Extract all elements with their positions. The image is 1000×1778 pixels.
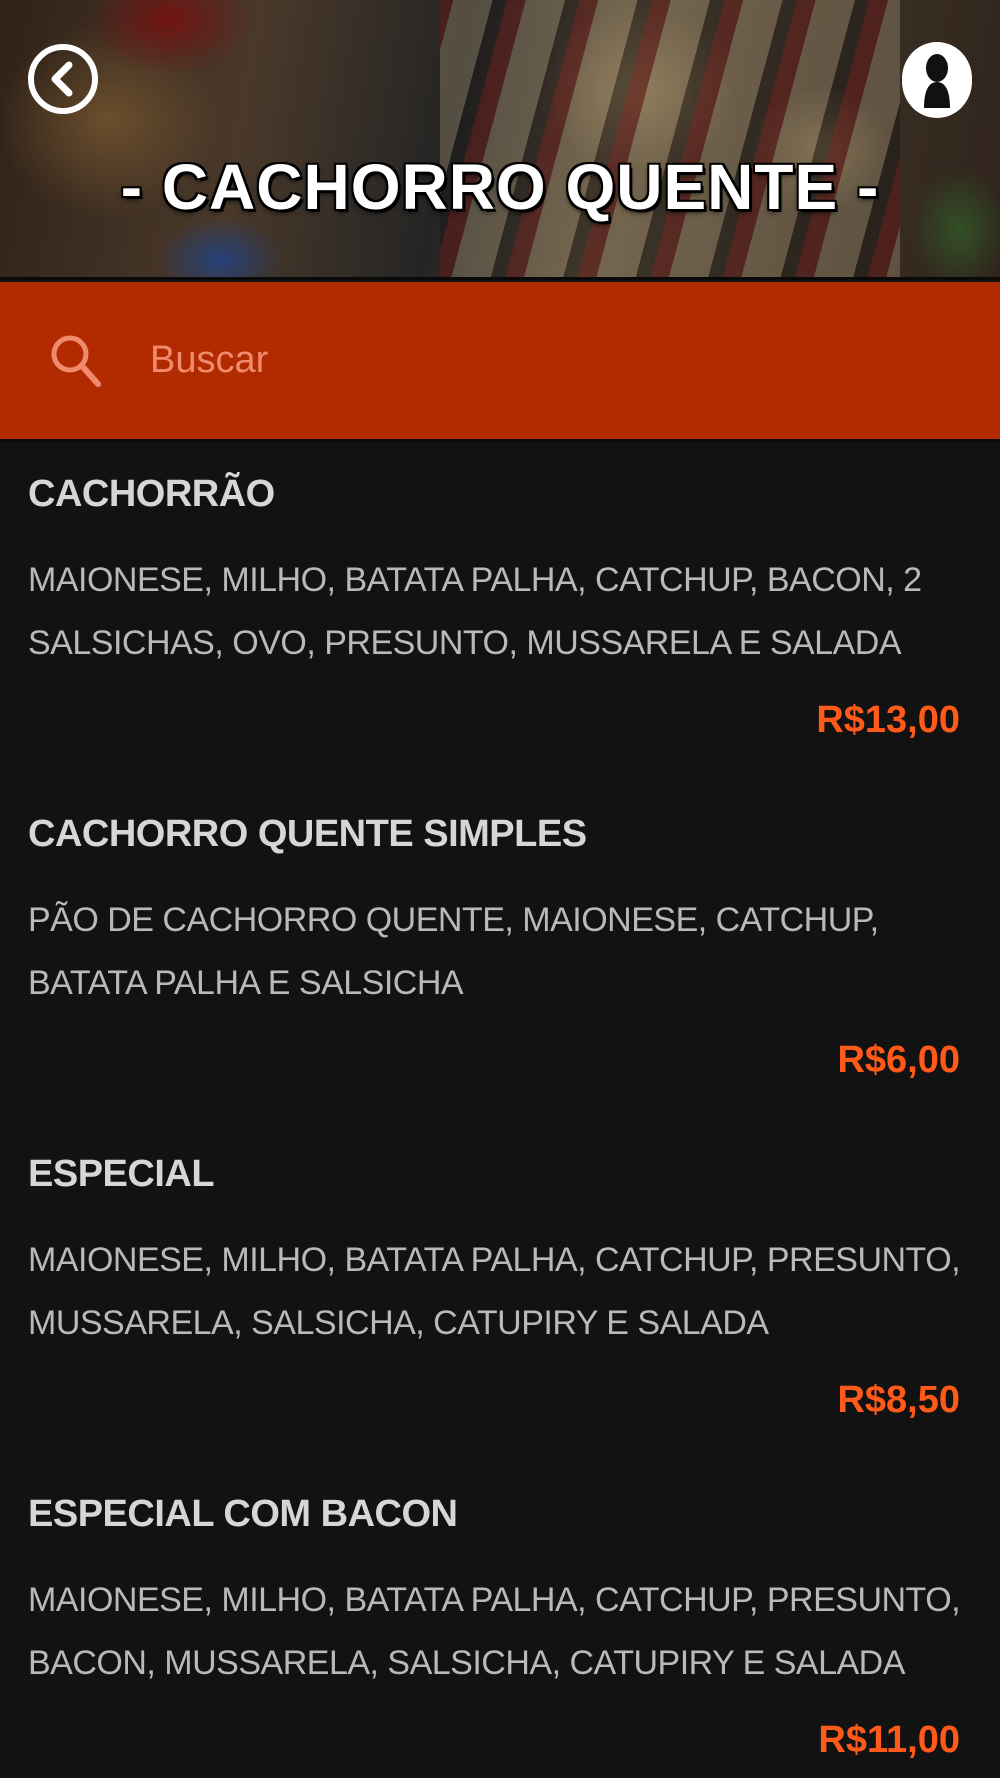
page-title: - CACHORRO QUENTE -	[120, 151, 880, 223]
menu-item-especial[interactable]: ESPECIAL MAIONESE, MILHO, BATATA PALHA, …	[0, 1123, 1000, 1463]
profile-button[interactable]	[902, 42, 972, 118]
search-icon[interactable]	[48, 332, 104, 388]
item-name: CACHORRÃO	[28, 473, 275, 515]
user-silhouette-icon	[924, 54, 950, 108]
menu-item-cachorrao[interactable]: CACHORRÃO MAIONESE, MILHO, BATATA PALHA,…	[0, 443, 1000, 783]
menu-item-cachorro-quente-simples[interactable]: CACHORRO QUENTE SIMPLES PÃO DE CACHORRO …	[0, 783, 1000, 1123]
divider	[0, 277, 1000, 280]
item-description: MAIONESE, MILHO, BATATA PALHA, CATCHUP, …	[28, 1581, 961, 1682]
item-description: PÃO DE CACHORRO QUENTE, MAIONESE, CATCHU…	[28, 901, 879, 1002]
menu-page: - CACHORRO QUENTE - CACHORRÃO MAIONESE, …	[0, 0, 1000, 1778]
back-button[interactable]	[28, 44, 98, 114]
item-price: R$11,00	[818, 1719, 960, 1761]
search-bar	[0, 282, 1000, 442]
menu-list: CACHORRÃO MAIONESE, MILHO, BATATA PALHA,…	[0, 443, 1000, 1778]
item-description: MAIONESE, MILHO, BATATA PALHA, CATCHUP, …	[28, 1241, 961, 1342]
chevron-left-icon	[51, 61, 73, 97]
menu-item-especial-com-bacon[interactable]: ESPECIAL COM BACON MAIONESE, MILHO, BATA…	[0, 1463, 1000, 1778]
header-banner: - CACHORRO QUENTE -	[0, 0, 1000, 280]
item-name: CACHORRO QUENTE SIMPLES	[28, 813, 587, 855]
search-input[interactable]	[150, 320, 950, 400]
item-price: R$6,00	[837, 1039, 960, 1081]
item-name: ESPECIAL	[28, 1153, 215, 1195]
banner-overlay	[0, 0, 1000, 280]
item-description: MAIONESE, MILHO, BATATA PALHA, CATCHUP, …	[28, 561, 922, 662]
item-price: R$8,50	[837, 1379, 960, 1421]
item-price: R$13,00	[816, 699, 960, 741]
item-name: ESPECIAL COM BACON	[28, 1493, 458, 1535]
